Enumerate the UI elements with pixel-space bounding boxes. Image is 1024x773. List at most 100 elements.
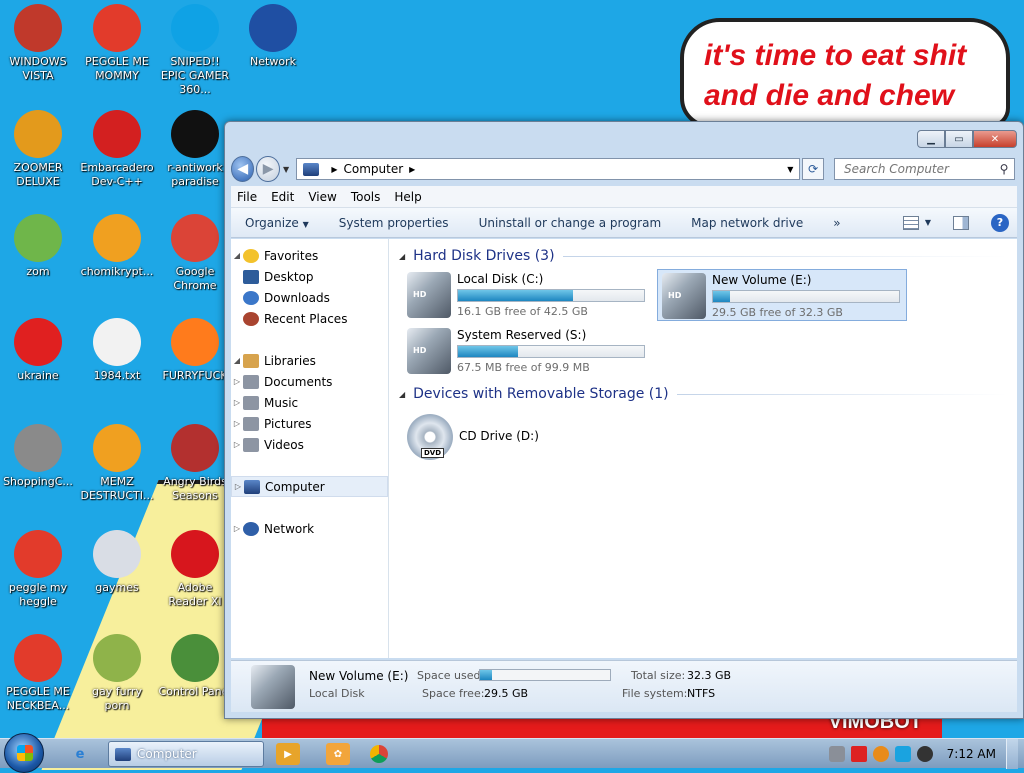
group-hard-disk-drives[interactable]: ◢ Hard Disk Drives (3): [399, 243, 1007, 269]
collapsed-arrow-icon[interactable]: ▷: [231, 377, 243, 386]
desktop-icon-item[interactable]: SNIPED!! EPIC GAMER 360...: [157, 4, 233, 97]
desktop-icon-item[interactable]: gay furry porn: [79, 634, 155, 713]
desktop-icon-item[interactable]: Embarcadero Dev-C++: [79, 110, 155, 189]
expanded-arrow-icon[interactable]: ◢: [231, 251, 243, 260]
nav-libraries[interactable]: ◢ Libraries: [231, 350, 388, 371]
nav-network[interactable]: ▷ Network: [231, 518, 388, 539]
media-player-icon[interactable]: ▶: [276, 743, 300, 765]
desktop-icon-item[interactable]: Network: [235, 4, 311, 69]
network-tray-icon[interactable]: [894, 746, 911, 762]
paint-icon[interactable]: ✿: [326, 743, 350, 765]
close-button[interactable]: ✕: [973, 130, 1017, 148]
nav-downloads[interactable]: Downloads: [231, 287, 388, 308]
menu-edit[interactable]: Edit: [271, 190, 294, 204]
preview-pane-icon[interactable]: [953, 215, 969, 230]
address-dropdown-icon[interactable]: ▼: [781, 165, 799, 174]
menu-help[interactable]: Help: [394, 190, 421, 204]
desktop-icon-item[interactable]: Google Chrome: [157, 214, 233, 293]
nav-pictures-label: Pictures: [264, 416, 312, 431]
clock[interactable]: 7:12 AM: [947, 747, 996, 761]
more-commands-button[interactable]: »: [833, 216, 840, 230]
drive-tile-s[interactable]: HD System Reserved (S:) 67.5 MB free of …: [403, 325, 653, 377]
nav-recent-places[interactable]: Recent Places: [231, 308, 388, 329]
desktop-icon-item[interactable]: Control Panel: [157, 634, 233, 699]
desktop-icon-item[interactable]: gaymes: [79, 530, 155, 595]
help-icon[interactable]: ?: [991, 213, 1009, 232]
minimize-button[interactable]: ▁: [917, 130, 945, 148]
nav-music[interactable]: ▷ Music: [231, 392, 388, 413]
refresh-icon[interactable]: ⟳: [802, 158, 824, 180]
desktop-icon-item[interactable]: WINDOWS VISTA: [0, 4, 76, 83]
desktop-icon-item[interactable]: ZOOMER DELUXE: [0, 110, 76, 189]
group-removable-storage[interactable]: ◢ Devices with Removable Storage (1): [399, 381, 1007, 407]
search-input[interactable]: [841, 161, 994, 177]
taskbar-button-computer[interactable]: Computer: [108, 741, 264, 767]
nav-desktop[interactable]: Desktop: [231, 266, 388, 287]
nav-pictures[interactable]: ▷ Pictures: [231, 413, 388, 434]
tray-app-icon[interactable]: [828, 746, 845, 762]
desktop-icon-item[interactable]: FURRYFUCK: [157, 318, 233, 383]
breadcrumb-computer[interactable]: Computer: [344, 162, 404, 176]
search-box[interactable]: ⚲: [833, 158, 1015, 180]
desktop-icon-item[interactable]: PEGGLE ME NECKBEA...: [0, 634, 76, 713]
view-options-chevron-icon[interactable]: ▼: [925, 218, 931, 227]
desktop-icon-item[interactable]: r-antiwork paradise: [157, 110, 233, 189]
drive-tile-e[interactable]: HD New Volume (E:) 29.5 GB free of 32.3 …: [657, 269, 907, 321]
breadcrumb-arrow-icon[interactable]: ▶: [331, 165, 337, 174]
chrome-icon[interactable]: [370, 745, 388, 763]
map-network-drive-button[interactable]: Map network drive: [691, 216, 803, 230]
address-bar[interactable]: ▶ Computer ▶ ▼: [296, 158, 801, 180]
collapsed-arrow-icon[interactable]: ▷: [231, 398, 243, 407]
breadcrumb-arrow-icon[interactable]: ▶: [409, 165, 415, 174]
maximize-button[interactable]: ▭: [945, 130, 973, 148]
desktop-icon-item[interactable]: PEGGLE ME MOMMY: [79, 4, 155, 83]
drive-usage-bar: [457, 345, 645, 358]
organize-button[interactable]: Organize ▼: [245, 216, 309, 230]
menu-tools[interactable]: Tools: [351, 190, 381, 204]
expanded-arrow-icon[interactable]: ◢: [231, 356, 243, 365]
search-tray-icon[interactable]: [872, 746, 889, 762]
desktop-icon-item[interactable]: 1984.txt: [79, 318, 155, 383]
desktop-icon-item[interactable]: MEMZ DESTRUCTI...: [79, 424, 155, 503]
group-collapse-icon[interactable]: ◢: [399, 252, 405, 261]
drive-tile-c[interactable]: HD Local Disk (C:) 16.1 GB free of 42.5 …: [403, 269, 653, 321]
internet-explorer-icon[interactable]: e: [68, 743, 92, 765]
uninstall-program-button[interactable]: Uninstall or change a program: [479, 216, 662, 230]
caption-buttons: ▁ ▭ ✕: [917, 130, 1017, 148]
text-file-icon: [93, 318, 141, 366]
start-button[interactable]: [4, 733, 44, 773]
change-view-icon[interactable]: [902, 215, 919, 230]
search-icon[interactable]: ⚲: [994, 162, 1014, 176]
desktop-icon-item[interactable]: peggle my heggle: [0, 530, 76, 609]
nav-computer[interactable]: ▷ Computer: [231, 476, 388, 497]
group-collapse-icon[interactable]: ◢: [399, 390, 405, 399]
back-button[interactable]: ◀: [231, 156, 255, 182]
desktop-icon-item[interactable]: ShoppingC...: [0, 424, 76, 489]
show-desktop-button[interactable]: [1006, 739, 1018, 769]
menu-view[interactable]: View: [308, 190, 336, 204]
collapsed-arrow-icon[interactable]: ▷: [231, 440, 243, 449]
desktop-icon-item[interactable]: ukraine: [0, 318, 76, 383]
command-bar: Organize ▼ System properties Uninstall o…: [231, 208, 1017, 238]
dvd-badge: DVD: [421, 448, 445, 458]
collapsed-arrow-icon[interactable]: ▷: [231, 524, 243, 533]
desktop-icon-item[interactable]: chomikrypt...: [79, 214, 155, 279]
nav-documents[interactable]: ▷ Documents: [231, 371, 388, 392]
collapsed-arrow-icon[interactable]: ▷: [231, 419, 243, 428]
nav-favorites[interactable]: ◢ Favorites: [231, 245, 388, 266]
title-bar[interactable]: ▁ ▭ ✕: [225, 122, 1023, 154]
collapsed-arrow-icon[interactable]: ▷: [232, 482, 244, 491]
antivirus-icon[interactable]: [850, 746, 867, 762]
desktop-icon-item[interactable]: zom: [0, 214, 76, 279]
desktop-icon-item[interactable]: Angry Birds Seasons: [157, 424, 233, 503]
recent-pages-chevron-icon[interactable]: ▼: [280, 165, 293, 174]
forward-button[interactable]: ▶: [256, 156, 280, 182]
drive-tile-d[interactable]: DVD CD Drive (D:): [403, 411, 653, 463]
nav-videos[interactable]: ▷ Videos: [231, 434, 388, 455]
details-drive-name: New Volume (E:): [309, 669, 409, 683]
system-properties-button[interactable]: System properties: [339, 216, 449, 230]
volume-icon[interactable]: [916, 746, 933, 762]
desktop-icon-item[interactable]: Adobe Reader XI: [157, 530, 233, 609]
lock-icon: [93, 424, 141, 472]
menu-file[interactable]: File: [237, 190, 257, 204]
